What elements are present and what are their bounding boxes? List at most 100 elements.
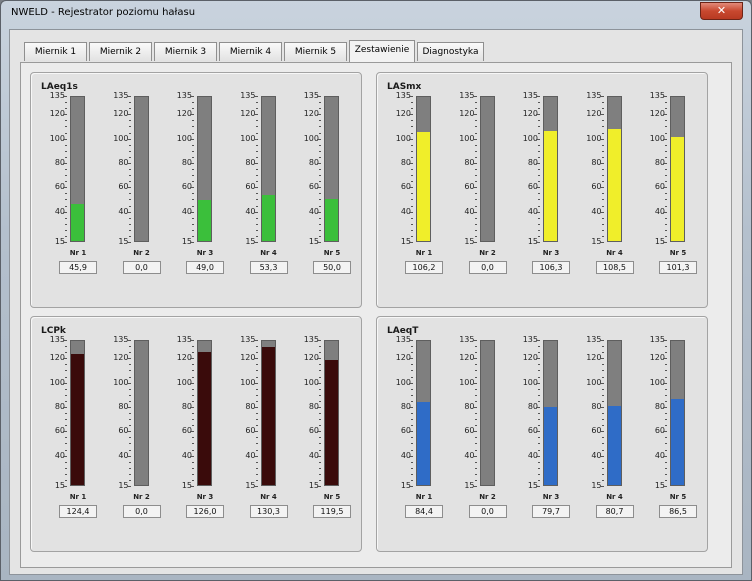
scale-label: 100 bbox=[586, 133, 602, 143]
scale-label: 135 bbox=[303, 335, 319, 344]
title-bar[interactable]: NWELD - Rejestrator poziomu hałasu ✕ bbox=[1, 1, 751, 29]
scale-tick bbox=[65, 419, 67, 420]
scale-tick bbox=[411, 437, 413, 438]
scale-tick bbox=[65, 206, 67, 207]
scale-tick bbox=[128, 175, 131, 176]
scale-tick bbox=[538, 193, 540, 194]
scale-tick bbox=[192, 443, 194, 444]
scale-tick bbox=[474, 157, 477, 158]
scale-label: 60 bbox=[400, 426, 411, 436]
scale-label: 40 bbox=[400, 450, 411, 460]
tab-miernik-5[interactable]: Miernik 5 bbox=[284, 42, 347, 61]
scale-tick bbox=[65, 413, 67, 414]
scale-label: 80 bbox=[118, 157, 129, 167]
scale-tick bbox=[538, 401, 540, 402]
scale-tick bbox=[192, 133, 194, 134]
scale-label: 120 bbox=[459, 109, 475, 119]
scale-tick bbox=[601, 389, 604, 390]
scale-tick bbox=[538, 413, 540, 414]
scale-label: 80 bbox=[54, 157, 65, 167]
scale-tick bbox=[192, 370, 194, 371]
scale-tick bbox=[255, 395, 258, 396]
scale-tick bbox=[411, 480, 413, 481]
tab-miernik-1[interactable]: Miernik 1 bbox=[24, 42, 87, 61]
scale-tick bbox=[192, 395, 194, 396]
scale-tick bbox=[411, 377, 413, 378]
scale-tick bbox=[411, 450, 413, 451]
scale-label: 40 bbox=[54, 450, 65, 460]
scale-label: 80 bbox=[245, 401, 256, 411]
level-fill bbox=[198, 351, 211, 485]
scale-tick bbox=[665, 181, 667, 182]
scale-tick bbox=[126, 358, 131, 359]
scale-tick bbox=[65, 352, 67, 353]
scale-label: 80 bbox=[54, 401, 65, 411]
scale-label: 40 bbox=[181, 206, 192, 216]
scale-tick bbox=[665, 443, 667, 444]
scale-tick bbox=[538, 395, 540, 396]
close-button[interactable]: ✕ bbox=[700, 2, 743, 20]
scale-tick bbox=[472, 139, 477, 140]
scale-tick bbox=[126, 456, 131, 457]
scale-tick bbox=[190, 96, 194, 97]
scale-tick bbox=[411, 224, 413, 225]
scale-tick bbox=[472, 212, 477, 213]
scale-label: 15 bbox=[308, 481, 319, 490]
scale-tick bbox=[126, 212, 131, 213]
scale-tick bbox=[319, 443, 321, 444]
level-bar bbox=[416, 96, 431, 242]
scale-tick bbox=[319, 236, 321, 237]
scale-tick bbox=[255, 224, 258, 225]
scale-tick bbox=[665, 199, 667, 200]
scale-tick bbox=[409, 358, 413, 359]
scale-label: 15 bbox=[181, 481, 192, 490]
scale-tick bbox=[601, 370, 604, 371]
scale-tick bbox=[538, 126, 540, 127]
client-area: Miernik 1 Miernik 2 Miernik 3 Miernik 4 … bbox=[9, 29, 743, 575]
tab-miernik-3[interactable]: Miernik 3 bbox=[154, 42, 217, 61]
scale-label: 100 bbox=[49, 377, 65, 387]
scale-label: 80 bbox=[308, 401, 319, 411]
scale-tick bbox=[255, 346, 258, 347]
scale-tick bbox=[663, 187, 667, 188]
scale-tick bbox=[253, 383, 258, 384]
meter-value-display: 50,0 bbox=[313, 261, 351, 274]
scale-tick bbox=[599, 383, 604, 384]
scale-label: 40 bbox=[118, 450, 129, 460]
scale-tick bbox=[411, 352, 413, 353]
scale-tick bbox=[253, 431, 258, 432]
scale-tick bbox=[126, 242, 131, 243]
scale-label: 120 bbox=[522, 353, 538, 363]
scale-tick bbox=[253, 114, 258, 115]
scale-tick bbox=[319, 206, 321, 207]
scale-tick bbox=[126, 139, 131, 140]
scale-tick bbox=[538, 133, 540, 134]
scale-tick bbox=[319, 157, 321, 158]
scale-label: 40 bbox=[464, 450, 475, 460]
scale-tick bbox=[128, 224, 131, 225]
meter-name: Nr 1 bbox=[69, 493, 87, 501]
scale-tick bbox=[128, 102, 131, 103]
scale-label: 100 bbox=[113, 377, 129, 387]
tab-zestawienie[interactable]: Zestawienie bbox=[349, 40, 415, 62]
scale-tick bbox=[665, 151, 667, 152]
scale-label: 100 bbox=[49, 133, 65, 143]
level-bar bbox=[197, 96, 212, 242]
scale-tick bbox=[317, 340, 321, 341]
scale-tick bbox=[128, 377, 131, 378]
scale-label: 135 bbox=[522, 91, 538, 100]
scale-label: 100 bbox=[522, 133, 538, 143]
tab-miernik-2[interactable]: Miernik 2 bbox=[89, 42, 152, 61]
scale-tick bbox=[601, 218, 604, 219]
scale-tick bbox=[192, 352, 194, 353]
tab-diagnostyka[interactable]: Diagnostyka bbox=[417, 42, 484, 61]
scale-tick bbox=[128, 395, 131, 396]
scale-label: 60 bbox=[308, 426, 319, 436]
level-fill bbox=[261, 195, 275, 241]
scale-tick bbox=[665, 236, 667, 237]
scale-label: 60 bbox=[245, 182, 256, 192]
tab-miernik-4[interactable]: Miernik 4 bbox=[219, 42, 282, 61]
scale-tick bbox=[128, 401, 131, 402]
scale-tick bbox=[411, 133, 413, 134]
scale-tick bbox=[65, 102, 67, 103]
